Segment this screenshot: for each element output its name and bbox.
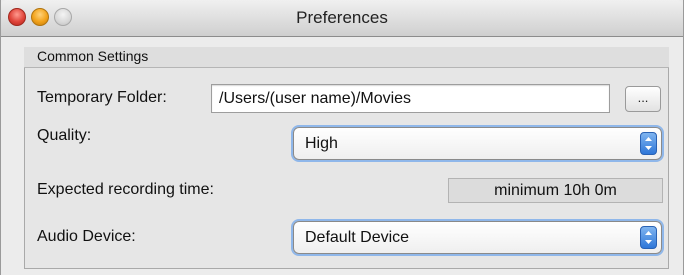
quality-label: Quality: (37, 127, 92, 144)
popup-arrows-icon (640, 132, 657, 155)
popup-arrows-icon (640, 226, 657, 249)
browse-button[interactable]: ... (625, 86, 661, 112)
window-title: Preferences (296, 8, 388, 27)
preferences-window: Preferences Common Settings Temporary Fo… (0, 0, 684, 275)
audio-device-label: Audio Device: (37, 228, 136, 245)
audio-device-select[interactable]: Default Device (293, 221, 662, 254)
quality-selected-value: High (305, 135, 338, 152)
expected-recording-value: minimum 10h 0m (448, 178, 663, 203)
quality-select[interactable]: High (293, 127, 662, 160)
temporary-folder-field[interactable]: /Users/(user name)/Movies (211, 84, 610, 113)
temporary-folder-label: Temporary Folder: (37, 89, 167, 106)
expected-recording-label: Expected recording time: (37, 181, 214, 198)
title-bar[interactable]: Preferences (1, 0, 683, 37)
group-label: Common Settings (37, 48, 149, 64)
audio-device-selected-value: Default Device (305, 229, 410, 246)
